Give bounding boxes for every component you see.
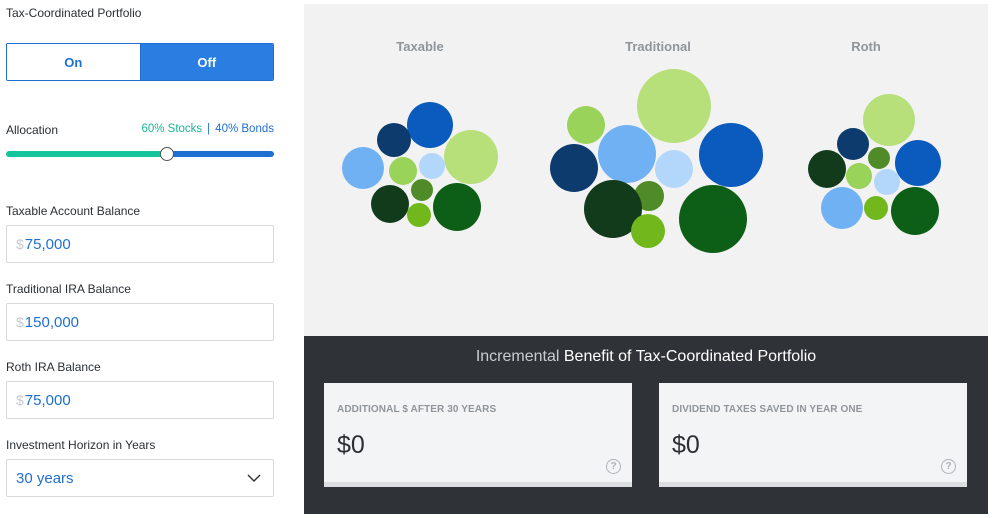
taxable-holding-bubble[interactable] xyxy=(389,157,417,185)
currency-symbol: $ xyxy=(16,236,24,252)
horizon-select[interactable]: 30 years xyxy=(6,459,274,497)
dividend-taxes-card: DIVIDEND TAXES SAVED IN YEAR ONE $0 ? xyxy=(659,383,967,487)
bonds-track[interactable] xyxy=(166,151,274,157)
roth-balance-label: Roth IRA Balance xyxy=(6,360,101,374)
taxable-holding-bubble[interactable] xyxy=(433,183,481,231)
traditional-holding-bubble[interactable] xyxy=(567,106,605,144)
traditional-holding-bubble[interactable] xyxy=(699,123,763,187)
traditional-holding-bubble[interactable] xyxy=(679,185,747,253)
taxable-holding-bubble[interactable] xyxy=(371,185,409,223)
traditional-holding-bubble[interactable] xyxy=(637,69,711,143)
currency-symbol: $ xyxy=(16,314,24,330)
allocation-values: 60% Stocks | 40% Bonds xyxy=(141,123,274,135)
traditional-holding-bubble[interactable] xyxy=(598,125,656,183)
taxable-holding-bubble[interactable] xyxy=(411,179,433,201)
roth-holding-bubble[interactable] xyxy=(846,163,872,189)
taxable-holding-bubble[interactable] xyxy=(407,102,453,148)
roth-holding-bubble[interactable] xyxy=(868,147,890,169)
additional-dollars-card: ADDITIONAL $ AFTER 30 YEARS $0 ? xyxy=(324,383,632,487)
chevron-down-icon[interactable] xyxy=(247,474,261,482)
roth-holding-bubble[interactable] xyxy=(864,196,888,220)
toggle-off-button[interactable]: Off xyxy=(140,44,273,80)
roth-holding-bubble[interactable] xyxy=(808,150,846,188)
taxable-holding-bubble[interactable] xyxy=(419,153,445,179)
benefit-panel: Incremental Benefit of Tax-Coordinated P… xyxy=(304,336,988,514)
allocation-label: Allocation xyxy=(6,123,59,137)
traditional-holding-bubble[interactable] xyxy=(550,144,598,192)
taxable-balance-value[interactable]: 75,000 xyxy=(25,236,71,253)
benefit-title: Incremental Benefit of Tax-Coordinated P… xyxy=(304,348,988,366)
traditional-balance-input[interactable]: $ 150,000 xyxy=(6,303,274,341)
portfolio-visualization: Taxable Traditional Roth xyxy=(304,4,988,336)
taxable-holding-bubble[interactable] xyxy=(444,130,498,184)
portfolio-label: Tax-Coordinated Portfolio xyxy=(6,6,142,20)
taxable-holding-bubble[interactable] xyxy=(377,123,411,157)
help-icon[interactable]: ? xyxy=(941,459,956,474)
roth-balance-input[interactable]: $ 75,000 xyxy=(6,381,274,419)
card-value: $0 xyxy=(672,431,700,459)
horizon-label: Investment Horizon in Years xyxy=(6,438,156,452)
traditional-holding-bubble[interactable] xyxy=(631,214,665,248)
input-panel: Tax-Coordinated Portfolio On Off Allocat… xyxy=(0,0,290,518)
roth-balance-value[interactable]: 75,000 xyxy=(25,392,71,409)
traditional-holding-bubble[interactable] xyxy=(655,150,693,188)
allocation-slider[interactable] xyxy=(6,147,274,161)
allocation-separator: | xyxy=(207,123,211,135)
roth-holding-bubble[interactable] xyxy=(891,187,939,235)
card-title: ADDITIONAL $ AFTER 30 YEARS xyxy=(337,404,497,415)
taxable-holding-bubble[interactable] xyxy=(407,203,431,227)
roth-holding-bubble[interactable] xyxy=(837,128,869,160)
roth-holding-bubble[interactable] xyxy=(874,169,900,195)
roth-holding-bubble[interactable] xyxy=(895,140,941,186)
traditional-balance-label: Traditional IRA Balance xyxy=(6,282,131,296)
roth-holding-bubble[interactable] xyxy=(821,187,863,229)
traditional-balance-value[interactable]: 150,000 xyxy=(25,314,79,331)
benefit-title-light: Incremental xyxy=(475,348,560,365)
taxable-holding-bubble[interactable] xyxy=(342,147,384,189)
taxable-balance-input[interactable]: $ 75,000 xyxy=(6,225,274,263)
tax-coordinated-toggle[interactable]: On Off xyxy=(6,43,274,81)
card-value: $0 xyxy=(337,431,365,459)
taxable-balance-label: Taxable Account Balance xyxy=(6,204,141,218)
help-icon[interactable]: ? xyxy=(606,459,621,474)
benefit-title-strong: Benefit of Tax-Coordinated Portfolio xyxy=(563,348,817,365)
currency-symbol: $ xyxy=(16,392,24,408)
bonds-percent: 40% Bonds xyxy=(215,123,274,135)
stocks-percent: 60% Stocks xyxy=(141,123,203,135)
roth-holding-bubble[interactable] xyxy=(863,94,915,146)
toggle-on-button[interactable]: On xyxy=(7,44,141,80)
horizon-value[interactable]: 30 years xyxy=(16,470,74,487)
bubble-clusters xyxy=(342,69,941,253)
slider-thumb[interactable] xyxy=(159,147,174,161)
stocks-track[interactable] xyxy=(6,151,167,157)
card-title: DIVIDEND TAXES SAVED IN YEAR ONE xyxy=(672,404,863,415)
